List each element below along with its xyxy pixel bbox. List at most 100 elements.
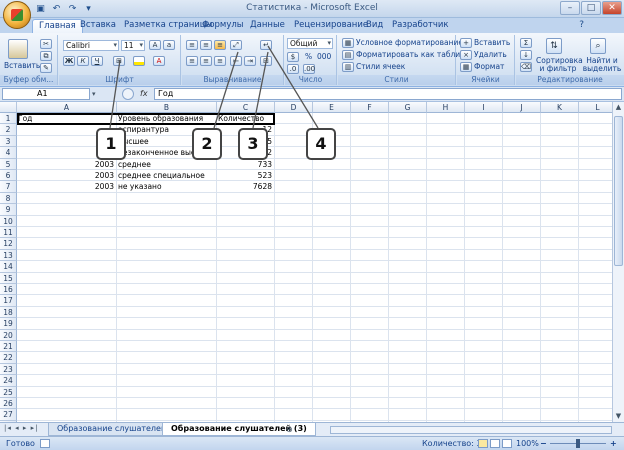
- cell-a5[interactable]: 2003: [18, 159, 116, 170]
- font-color-icon[interactable]: A: [153, 56, 165, 66]
- bold-button[interactable]: Ж: [63, 56, 75, 66]
- scroll-thumb[interactable]: [614, 116, 623, 266]
- row-header[interactable]: 12: [0, 238, 17, 250]
- row-header[interactable]: 23: [0, 363, 17, 376]
- row-header[interactable]: 17: [0, 295, 17, 307]
- find-select-icon[interactable]: ⌕: [590, 38, 606, 54]
- increase-decimal-icon[interactable]: .0: [287, 64, 299, 74]
- column-header[interactable]: F: [351, 102, 389, 113]
- help-icon[interactable]: ?: [579, 20, 584, 30]
- cell-styles-button[interactable]: Стили ячеек: [356, 62, 405, 72]
- row-header[interactable]: 27: [0, 409, 17, 421]
- cell-a6[interactable]: 2003: [18, 170, 116, 181]
- macro-record-icon[interactable]: [40, 439, 50, 448]
- row-header[interactable]: 26: [0, 398, 17, 410]
- thousands-button[interactable]: 000: [317, 52, 331, 62]
- row-header[interactable]: 16: [0, 284, 17, 296]
- format-table-button[interactable]: Форматировать как таблицу: [356, 50, 470, 60]
- copy-icon[interactable]: ⧉: [40, 51, 52, 61]
- font-size-select[interactable]: 11: [121, 40, 145, 51]
- tab-data[interactable]: Данные: [244, 19, 291, 33]
- conditional-format-button[interactable]: Условное форматирование: [356, 38, 463, 48]
- tab-formulas[interactable]: Формулы: [196, 19, 250, 33]
- office-button[interactable]: [3, 1, 31, 29]
- row-header[interactable]: 2: [0, 124, 17, 136]
- row-header[interactable]: 19: [0, 318, 17, 330]
- cut-icon[interactable]: ✂: [40, 39, 52, 49]
- vertical-scrollbar[interactable]: ▲ ▼: [612, 102, 624, 422]
- cell-b1[interactable]: Уровень образования: [118, 113, 216, 124]
- underline-button[interactable]: Ч: [91, 56, 103, 66]
- decrease-indent-icon[interactable]: ⇤: [230, 56, 242, 66]
- align-center-icon[interactable]: ≡: [200, 56, 212, 66]
- tab-insert[interactable]: Вставка: [74, 19, 122, 33]
- row-header[interactable]: 6: [0, 170, 17, 182]
- format-cells-button[interactable]: Формат: [474, 62, 504, 72]
- increase-indent-icon[interactable]: ⇥: [244, 56, 256, 66]
- format-cells-icon[interactable]: ▦: [460, 62, 472, 72]
- cell-b7[interactable]: не указано: [118, 181, 216, 192]
- page-break-view-icon[interactable]: [502, 439, 512, 448]
- column-header[interactable]: C: [217, 102, 275, 113]
- paste-button[interactable]: Вставить: [4, 61, 40, 71]
- insert-function-button[interactable]: fx: [140, 89, 154, 100]
- merge-cells-icon[interactable]: ⊟: [260, 56, 272, 66]
- maximize-button[interactable]: □: [581, 1, 601, 15]
- decrease-decimal-icon[interactable]: .00: [303, 64, 315, 74]
- paste-icon[interactable]: [8, 39, 28, 59]
- row-header[interactable]: 20: [0, 329, 17, 341]
- number-format-select[interactable]: Общий: [287, 38, 333, 49]
- row-header[interactable]: 1: [0, 113, 17, 125]
- cell-c1[interactable]: Количество: [218, 113, 274, 124]
- new-sheet-icon[interactable]: ⊕: [286, 424, 304, 435]
- clear-icon[interactable]: ⌫: [520, 62, 532, 72]
- row-header[interactable]: 8: [0, 192, 17, 205]
- insert-cells-icon[interactable]: +: [460, 38, 472, 48]
- row-header[interactable]: 22: [0, 352, 17, 364]
- row-header[interactable]: 13: [0, 249, 17, 262]
- find-select-button[interactable]: Найти и выделить: [582, 57, 622, 73]
- percent-button[interactable]: %: [305, 52, 312, 62]
- align-right-icon[interactable]: ≡: [214, 56, 226, 66]
- autosum-icon[interactable]: Σ: [520, 38, 532, 48]
- align-middle-icon[interactable]: ≡: [200, 40, 212, 50]
- column-header[interactable]: K: [541, 102, 579, 113]
- name-box-dropdown-icon[interactable]: ▾: [92, 88, 102, 100]
- scroll-down-icon[interactable]: ▼: [614, 412, 623, 421]
- row-header[interactable]: 4: [0, 147, 17, 159]
- cell-a1[interactable]: Год: [18, 113, 116, 124]
- tab-developer[interactable]: Разработчик: [386, 19, 455, 33]
- row-header[interactable]: 14: [0, 261, 17, 273]
- column-header[interactable]: E: [313, 102, 351, 113]
- insert-cells-button[interactable]: Вставить: [474, 38, 510, 48]
- fill-color-icon[interactable]: [133, 56, 145, 66]
- cell-c5[interactable]: 733: [218, 159, 274, 170]
- sheet-nav-arrows-icon[interactable]: |◂ ◂ ▸ ▸|: [4, 424, 38, 432]
- cell-b5[interactable]: среднее: [118, 159, 216, 170]
- row-header[interactable]: 10: [0, 215, 17, 227]
- column-header[interactable]: D: [275, 102, 313, 113]
- row-header[interactable]: 24: [0, 375, 17, 387]
- align-top-icon[interactable]: ≡: [186, 40, 198, 50]
- column-header[interactable]: J: [503, 102, 541, 113]
- tab-view[interactable]: Вид: [360, 19, 389, 33]
- scroll-up-icon[interactable]: ▲: [614, 103, 623, 112]
- row-header[interactable]: 18: [0, 306, 17, 319]
- minimize-button[interactable]: –: [560, 1, 580, 15]
- close-button[interactable]: ✕: [602, 1, 622, 15]
- page-layout-view-icon[interactable]: [490, 439, 500, 448]
- currency-icon[interactable]: $: [287, 52, 299, 62]
- column-header[interactable]: G: [389, 102, 427, 113]
- column-header[interactable]: A: [17, 102, 117, 113]
- grow-font-icon[interactable]: A: [149, 40, 161, 50]
- wrap-text-icon[interactable]: ↵: [260, 40, 272, 50]
- cell-styles-icon[interactable]: ▥: [342, 62, 354, 72]
- zoom-out-icon[interactable]: −: [540, 437, 547, 450]
- zoom-slider-handle[interactable]: [576, 439, 580, 448]
- cell-c6[interactable]: 523: [218, 170, 274, 181]
- formula-expand-icon[interactable]: [122, 88, 134, 100]
- row-header[interactable]: 3: [0, 135, 17, 148]
- borders-icon[interactable]: ⊞: [113, 56, 125, 66]
- format-painter-icon[interactable]: ✎: [40, 63, 52, 73]
- horizontal-scrollbar[interactable]: [330, 426, 612, 434]
